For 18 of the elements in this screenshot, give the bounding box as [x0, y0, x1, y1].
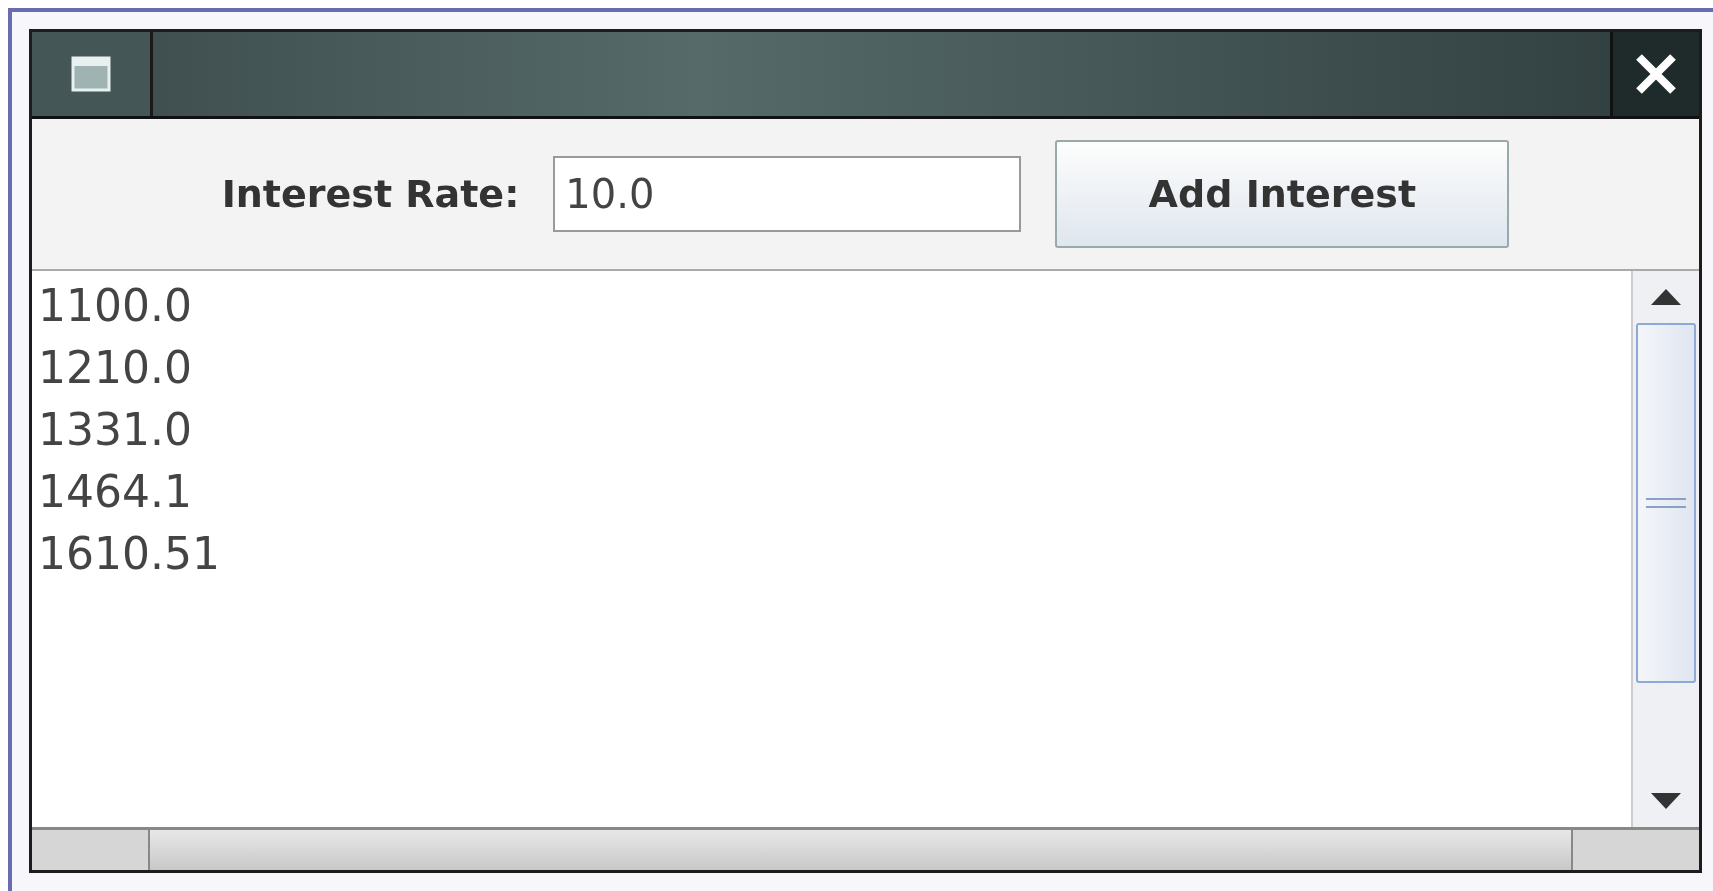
horizontal-scroll-thumb[interactable] [148, 830, 1573, 870]
add-interest-button[interactable]: Add Interest [1055, 140, 1510, 248]
window-menu-button[interactable] [32, 32, 153, 116]
output-line: 1100.0 [38, 279, 193, 333]
output-line: 1610.51 [38, 527, 221, 581]
output-line: 1464.1 [38, 465, 193, 519]
scroll-down-icon[interactable] [1649, 791, 1683, 811]
scroll-thumb[interactable] [1636, 323, 1696, 683]
close-button[interactable] [1610, 32, 1699, 116]
grip-icon [1646, 496, 1686, 510]
interest-rate-field[interactable]: 10.0 [553, 156, 1022, 232]
output-line: 1331.0 [38, 403, 193, 457]
horizontal-scrollbar[interactable] [32, 827, 1699, 870]
interest-rate-label: Interest Rate: [221, 172, 520, 216]
output-line: 1210.0 [38, 341, 193, 395]
window-icon [71, 56, 111, 92]
vertical-scrollbar[interactable] [1631, 271, 1699, 827]
scroll-up-icon[interactable] [1649, 287, 1683, 307]
